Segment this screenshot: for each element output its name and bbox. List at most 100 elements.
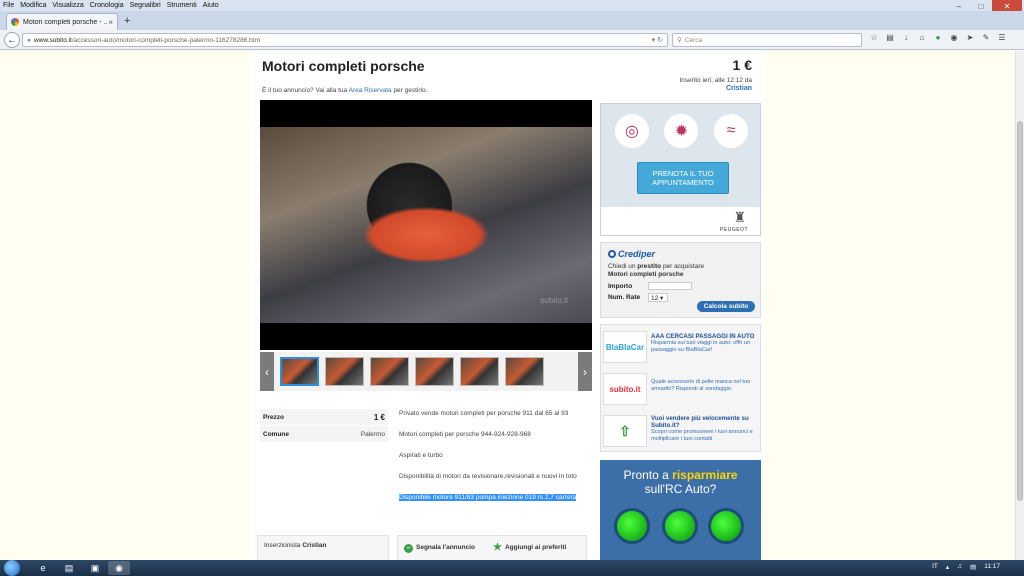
clock[interactable]: 11:17 (984, 563, 1000, 571)
rc-bold: risparmiare (672, 468, 738, 482)
menu-visualizza[interactable]: Visualizza (52, 2, 83, 9)
ad-subito[interactable]: subito.it Quale accessorio di pelle manc… (603, 369, 760, 409)
listing-content: Motori completi porsche 1 € Inserito ier… (250, 51, 765, 560)
description-line: Privato vende motori completi per porsch… (399, 410, 569, 417)
menu-file[interactable]: File (3, 2, 14, 9)
listing-price: 1 € (732, 57, 752, 73)
reload-icon[interactable]: ▾ ↻ (652, 36, 663, 44)
inserzionista-label: Inserzionista (264, 542, 301, 549)
owner-suffix: per gestirlo. (393, 87, 428, 94)
prev-arrow-icon[interactable]: ‹ (260, 352, 274, 391)
clutch-icon: ✹ (664, 114, 699, 148)
language-indicator[interactable]: IT (932, 563, 938, 571)
importo-row: Importo (608, 282, 753, 290)
thumbnail[interactable] (325, 357, 364, 386)
ie-icon[interactable]: e (32, 561, 54, 575)
home-icon[interactable]: ⌂ (914, 33, 930, 42)
blablacar-logo: BlaBlaCar (603, 331, 647, 363)
thumbnail[interactable] (415, 357, 454, 386)
piggy-bank-icon (662, 508, 698, 544)
ad-title: Vuoi vendere più velocemente su Subito.i… (651, 415, 749, 429)
menu-segnalibri[interactable]: Segnalibri (130, 2, 161, 9)
detail-label: Prezzo (263, 413, 284, 421)
thumbnail[interactable] (460, 357, 499, 386)
menu-aiuto[interactable]: Aiuto (203, 2, 219, 9)
scroll-thumb[interactable] (1017, 121, 1023, 501)
taskbar: e ▤ ▣ ◉ IT ▴ ♫ ▤ 11:17 (0, 560, 1024, 576)
lock-icon: ● (27, 36, 31, 44)
area-riservata-link[interactable]: Area Riservata (349, 87, 392, 94)
crediper-logo: Crediper (608, 249, 753, 259)
search-placeholder: Cerca (684, 36, 703, 44)
crediper-item: Motori completi porsche (608, 271, 684, 278)
download-icon[interactable]: ↓ (898, 33, 914, 42)
url-path: /accessori-auto/motori-completi-porsche-… (71, 36, 260, 44)
mini-ads: BlaBlaCar AAA CERCASI PASSAGGI IN AUTO Ri… (600, 324, 761, 452)
pocket-icon[interactable]: ◉ (946, 33, 962, 42)
tray-arrow-icon[interactable]: ▴ (946, 563, 949, 571)
detail-value: 1 € (373, 412, 385, 422)
thumbnail[interactable] (370, 357, 409, 386)
prenota-button[interactable]: PRENOTA IL TUO APPUNTAMENTO (637, 162, 729, 194)
network-icon[interactable]: ▤ (970, 563, 976, 571)
folder-icon[interactable]: ▤ (58, 561, 80, 575)
menu-cronologia[interactable]: Cronologia (90, 2, 124, 9)
thumbnail-strip: ‹ › (260, 352, 592, 391)
page-scrollbar[interactable] (1015, 51, 1024, 560)
main-image[interactable]: subito.it (260, 100, 592, 350)
detail-label: Comune (263, 430, 289, 438)
url-bar[interactable]: ● www.subito.it /accessori-auto/motori-c… (22, 33, 668, 47)
engine-photo: subito.it (260, 127, 592, 323)
menu-modifica[interactable]: Modifica (20, 2, 46, 9)
ad-blablacar[interactable]: BlaBlaCar AAA CERCASI PASSAGGI IN AUTO Ri… (603, 327, 760, 367)
description-highlight: Disponibile motore 911/83 pompa iniezion… (399, 494, 577, 501)
report-link[interactable]: Segnala l'annuncio (416, 544, 475, 551)
crediper-widget: Crediper Chiedi un prestito per acquista… (600, 242, 761, 318)
chat-icon[interactable]: ✎ (978, 33, 994, 42)
calcola-button[interactable]: Calcola subito (697, 301, 755, 312)
peugeot-lion-icon: ♜ (733, 209, 746, 225)
volume-icon[interactable]: ♫ (957, 563, 962, 571)
peugeot-brand: PEUGEOT (720, 227, 748, 233)
details-table: Prezzo 1 € Comune Palermo (260, 409, 388, 443)
description-line: Motori completi per porsche 944-924-928-… (399, 431, 531, 438)
seller-link[interactable]: Cristian (726, 85, 752, 92)
new-tab-icon[interactable]: + (124, 15, 130, 27)
tab-current[interactable]: Motori completi porsche - ... × (6, 13, 118, 30)
bookmark-star-icon[interactable]: ☆ (866, 33, 882, 42)
detail-value: Palermo (360, 430, 385, 438)
crediper-l1-prefix: Chiedi un (608, 263, 636, 270)
thumbnail[interactable] (280, 357, 319, 386)
rc-headline: Pronto a risparmiare sull'RC Auto? (600, 468, 761, 496)
firefox-icon[interactable]: ◉ (108, 561, 130, 575)
next-arrow-icon[interactable]: › (578, 352, 592, 391)
ad-icons: ◎ ✹ ≈ (601, 114, 762, 148)
peugeot-ad[interactable]: ◎ ✹ ≈ PRENOTA IL TUO APPUNTAMENTO ♜ PEUG… (600, 103, 761, 236)
favicon-icon (11, 18, 19, 26)
upload-icon: ⇧ (603, 415, 647, 447)
app-icon[interactable]: ▣ (84, 561, 106, 575)
ad-title: AAA CERCASI PASSAGGI IN AUTO (651, 333, 755, 340)
search-input[interactable]: ⚲ Cerca (672, 33, 862, 47)
back-icon[interactable]: ← (4, 32, 20, 48)
tab-close-icon[interactable]: × (108, 18, 113, 27)
inserzionista-name: Cristian (302, 542, 327, 549)
thumbnail[interactable] (505, 357, 544, 386)
nav-bar: ← ● www.subito.it /accessori-auto/motori… (0, 30, 1024, 50)
importo-input[interactable] (648, 282, 692, 290)
toolbar-icons: ☆ ▤ ↓ ⌂ ● ◉ ➤ ✎ ☰ (866, 33, 1010, 42)
extension-icon[interactable]: ● (930, 33, 946, 42)
inserted-date: Inserito ieri, alle 12:12 da (679, 77, 752, 84)
rc-auto-ad[interactable]: Pronto a risparmiare sull'RC Auto? (600, 460, 761, 560)
send-icon[interactable]: ➤ (962, 33, 978, 42)
favorite-link[interactable]: Aggiungi ai preferiti (505, 544, 566, 551)
subito-logo: subito.it (603, 373, 647, 405)
reading-list-icon[interactable]: ▤ (882, 33, 898, 42)
ad-text: Quale accessorio di pelle manca nel tuo … (651, 379, 751, 392)
menu-bar: File Modifica Visualizza Cronologia Segn… (0, 0, 1024, 11)
start-button-icon[interactable] (4, 560, 20, 576)
menu-strumenti[interactable]: Strumenti (167, 2, 197, 9)
rate-select[interactable]: 12 ▾ (648, 293, 668, 302)
ad-promuovi[interactable]: ⇧ Vuoi vendere più velocemente su Subito… (603, 411, 760, 451)
menu-icon[interactable]: ☰ (994, 33, 1010, 42)
